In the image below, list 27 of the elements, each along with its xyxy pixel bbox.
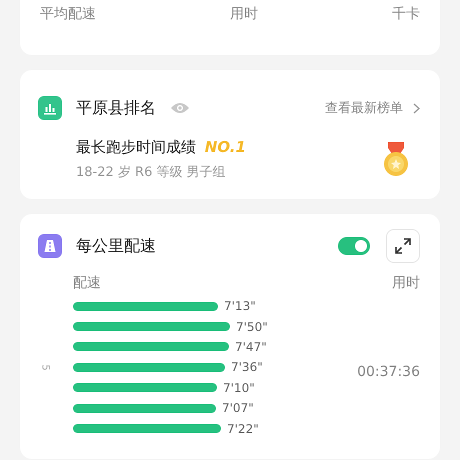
stat-label: 千卡 — [392, 5, 420, 23]
pace-value: 7'10" — [223, 380, 255, 395]
pace-value: 7'07" — [222, 401, 254, 416]
total-time: 00:37:36 — [357, 364, 420, 380]
card-title: 平原县排名 — [76, 98, 156, 118]
pace-value: 7'22" — [227, 422, 259, 436]
pace-value: 7'47" — [235, 340, 267, 354]
pace-value: 7'50" — [236, 320, 268, 334]
pace-value: 7'36" — [231, 360, 263, 374]
stat-label: 平均配速 — [40, 5, 96, 23]
card-title: 每公里配速 — [76, 236, 156, 256]
achievement-text: 最长跑步时间成绩 NO.1 — [76, 138, 247, 157]
achievement-detail: 18-22 岁 R6 等级 男子组 — [76, 164, 227, 181]
stat-label: 用时 — [230, 5, 258, 23]
expand-icon — [394, 237, 412, 255]
toggle-switch[interactable] — [338, 237, 370, 255]
column-label: 配速 — [73, 274, 101, 292]
chevron-right-icon[interactable] — [413, 102, 420, 114]
medal-icon — [382, 142, 410, 178]
expand-button[interactable] — [386, 229, 420, 263]
leaderboard-link[interactable]: 查看最新榜单 — [325, 99, 403, 117]
pace-value: 7'13" — [224, 299, 256, 314]
km-label: 5 — [40, 364, 51, 371]
eye-icon[interactable] — [170, 102, 190, 114]
road-icon — [38, 234, 62, 258]
chart-icon — [38, 96, 62, 120]
column-label: 用时 — [392, 274, 420, 292]
